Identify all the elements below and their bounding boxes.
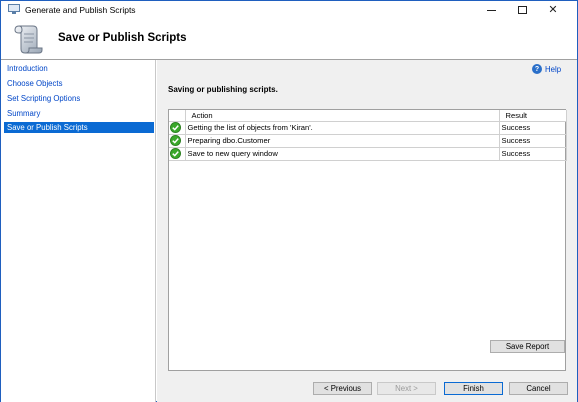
maximize-icon xyxy=(517,5,527,14)
main-panel: ? Help Saving or publishing scripts. Act… xyxy=(157,60,577,402)
table-row[interactable]: Preparing dbo.Customer Success xyxy=(169,134,567,148)
status-cell xyxy=(169,134,186,148)
previous-button[interactable]: < Previous xyxy=(313,382,372,395)
action-cell: Save to new query window xyxy=(185,147,500,161)
scroll-icon xyxy=(14,25,43,54)
success-check-icon xyxy=(170,135,181,146)
next-button[interactable]: Next > xyxy=(377,382,436,395)
nav-item-choose-objects[interactable]: Choose Objects xyxy=(4,78,62,89)
table-row[interactable]: Getting the list of objects from 'Kiran'… xyxy=(169,121,567,135)
result-cell: Success xyxy=(499,134,567,148)
nav-item-introduction[interactable]: Introduction xyxy=(4,63,48,74)
wizard-steps-nav: Introduction Choose Objects Set Scriptin… xyxy=(1,60,156,402)
action-cell: Preparing dbo.Customer xyxy=(185,134,500,148)
title-bar[interactable]: Generate and Publish Scripts ✕ xyxy=(1,1,577,18)
status-heading: Saving or publishing scripts. xyxy=(168,85,278,94)
column-header-result[interactable]: Result xyxy=(499,110,567,122)
results-table: Action Result Getting the list of object… xyxy=(169,110,567,161)
column-header-action[interactable]: Action xyxy=(185,110,500,122)
table-header-row: Action Result xyxy=(169,110,567,122)
minimize-icon xyxy=(486,10,496,11)
column-header-status xyxy=(169,110,186,122)
save-report-button[interactable]: Save Report xyxy=(490,340,565,353)
help-label: Help xyxy=(545,64,562,74)
window-title: Generate and Publish Scripts xyxy=(25,5,136,15)
table-row[interactable]: Save to new query window Success xyxy=(169,147,567,161)
wizard-header: Save or Publish Scripts xyxy=(1,18,577,60)
result-cell: Success xyxy=(499,121,567,135)
success-check-icon xyxy=(170,122,181,133)
close-button[interactable]: ✕ xyxy=(539,1,567,18)
nav-item-set-scripting-options[interactable]: Set Scripting Options xyxy=(4,93,80,104)
maximize-button[interactable] xyxy=(508,1,536,18)
nav-item-save-or-publish-scripts[interactable]: Save or Publish Scripts xyxy=(4,122,154,133)
page-title: Save or Publish Scripts xyxy=(58,32,187,44)
cancel-button[interactable]: Cancel xyxy=(509,382,568,395)
results-grid[interactable]: Action Result Getting the list of object… xyxy=(168,109,567,371)
help-link[interactable]: ? Help xyxy=(532,63,561,75)
result-cell: Success xyxy=(499,147,567,161)
dialog-window: Generate and Publish Scripts ✕ Save or P… xyxy=(0,0,578,402)
help-icon: ? xyxy=(532,64,542,74)
action-cell: Getting the list of objects from 'Kiran'… xyxy=(185,121,500,135)
app-icon xyxy=(8,4,20,14)
close-icon: ✕ xyxy=(548,4,558,16)
success-check-icon xyxy=(170,148,181,159)
status-cell xyxy=(169,147,186,161)
minimize-button[interactable] xyxy=(477,1,505,18)
status-cell xyxy=(169,121,186,135)
finish-button[interactable]: Finish xyxy=(444,382,503,395)
nav-item-summary[interactable]: Summary xyxy=(4,108,40,119)
